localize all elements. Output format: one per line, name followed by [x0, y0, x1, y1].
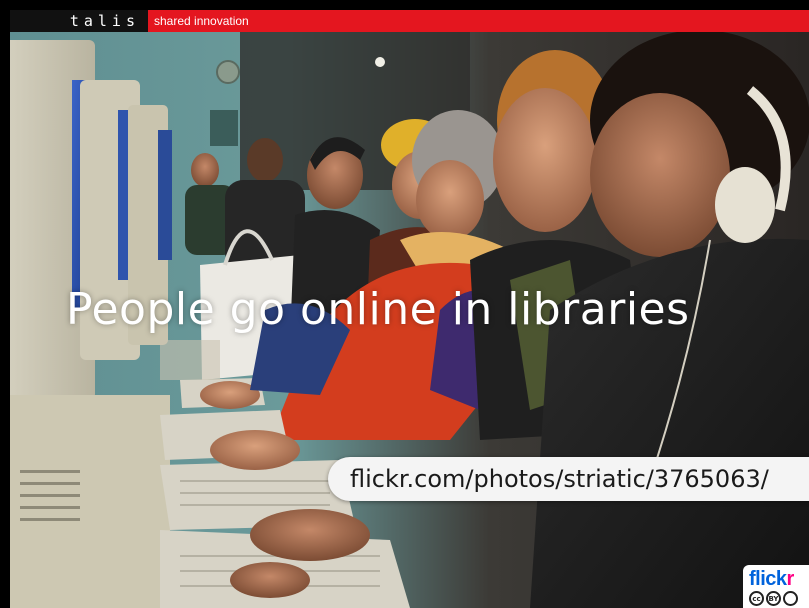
photo-credit-text: flickr.com/photos/striatic/3765063/ — [350, 465, 769, 493]
by-icon: BY — [766, 591, 781, 606]
slide: talis shared innovation People go online… — [10, 10, 809, 608]
cc-icon: cc — [749, 591, 764, 606]
flickr-logo: flickr — [749, 568, 794, 591]
photo-credit: flickr.com/photos/striatic/3765063/ — [328, 457, 809, 501]
tagline-band: shared innovation — [148, 10, 809, 32]
slide-headline: People go online in libraries — [66, 284, 690, 335]
cc-license-icons: cc BY — [749, 591, 798, 606]
cc-icon-label: cc — [752, 594, 761, 603]
nc-icon — [783, 591, 798, 606]
brand-name: talis — [69, 12, 140, 30]
flickr-logo-pink: r — [786, 568, 795, 590]
flickr-cc-badge: flickr cc BY — [743, 565, 809, 608]
tagline: shared innovation — [154, 14, 249, 28]
header-bar: talis shared innovation — [10, 10, 809, 32]
by-icon-label: BY — [768, 594, 779, 603]
flickr-logo-blue: flick — [749, 568, 787, 590]
talis-logo: talis — [10, 10, 148, 32]
